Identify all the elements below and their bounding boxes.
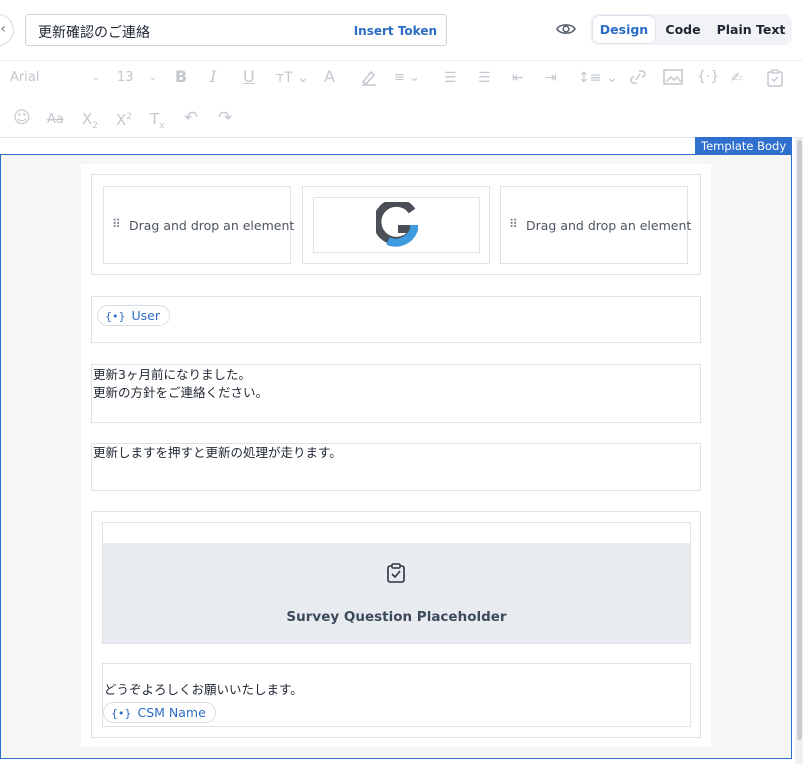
text-block-2[interactable]: 更新しますを押すと更新の処理が走ります。 (91, 443, 701, 491)
italic-icon[interactable]: I (210, 67, 216, 87)
drop-zone-label: Drag and drop an element (129, 218, 295, 233)
csm-token-label: CSM Name (137, 705, 206, 720)
chevron-down-icon: ⌄ (91, 72, 100, 83)
chevron-down-icon: ⌄ (148, 72, 157, 83)
paragraph-line: 更新しますを押すと更新の処理が走ります。 (93, 445, 342, 460)
user-token-label: User (131, 308, 161, 323)
drop-zone-label: Drag and drop an element (526, 218, 692, 233)
superscript-icon[interactable]: X2 (116, 107, 132, 130)
drop-zone-right[interactable]: ⠿ Drag and drop an element (500, 186, 692, 264)
survey-placeholder[interactable]: Survey Question Placeholder (103, 543, 690, 643)
indent-icon[interactable]: ⇥ (545, 68, 557, 88)
font-color-icon[interactable]: A (324, 67, 335, 87)
underline-icon[interactable]: U (243, 67, 255, 87)
insert-token-button[interactable]: Insert Token (354, 24, 437, 38)
line-height-icon[interactable]: ↕≡ ⌄ (578, 68, 618, 88)
image-icon[interactable] (662, 68, 684, 86)
tab-plain-text[interactable]: Plain Text (714, 16, 788, 43)
undo-icon[interactable]: ↶ (184, 108, 198, 128)
chevron-left-icon: ‹ (0, 21, 6, 37)
emoji-icon[interactable]: ☺ (13, 108, 31, 128)
format-toolbar: Arial ⌄ 13 ⌄ B I U тT ⌄ A ≡ ⌄ ☰ ☰ ⇤ ⇥ ↕≡… (0, 60, 803, 138)
highlight-icon[interactable] (359, 68, 379, 86)
link-icon[interactable] (628, 68, 648, 86)
subject-field[interactable]: 更新確認のご連絡 Insert Token (25, 14, 447, 46)
survey-placeholder-label: Survey Question Placeholder (286, 609, 507, 625)
clipboard-check-icon (386, 562, 406, 588)
numbered-list-icon[interactable]: ☰ (478, 68, 491, 88)
subject-input[interactable]: 更新確認のご連絡 (38, 22, 150, 42)
token-icon[interactable]: {·} (697, 67, 719, 87)
google-logo (373, 198, 420, 252)
bold-icon[interactable]: B (175, 67, 187, 87)
strikethrough-icon[interactable]: Aa (47, 110, 64, 130)
drop-zone-left[interactable]: ⠿ Drag and drop an element (103, 186, 295, 264)
font-family-value: Arial (10, 70, 40, 85)
survey-container[interactable]: Survey Question Placeholder どうぞよろしくお願いいた… (91, 511, 701, 738)
redo-icon[interactable]: ↷ (218, 108, 232, 128)
text-size-icon[interactable]: тT ⌄ (276, 68, 309, 88)
csm-token-chip[interactable]: {•} CSM Name (103, 702, 216, 723)
drag-handle-icon[interactable]: ⠿ (509, 217, 518, 231)
user-token-chip[interactable]: {•} User (97, 305, 170, 326)
closing-block[interactable]: どうぞよろしくお願いいたします。 {•} CSM Name (102, 663, 691, 727)
text-block-1[interactable]: 更新3ヶ月前になりました。 更新の方針をご連絡ください。 (91, 364, 701, 423)
font-size-select[interactable]: 13 ⌄ (117, 68, 157, 88)
tab-code[interactable]: Code (656, 16, 710, 43)
header-row-block[interactable]: ⠿ Drag and drop an element ⠿ Drag and dr… (91, 174, 701, 275)
font-family-select[interactable]: Arial ⌄ (10, 68, 100, 88)
paragraph-line: 更新の方針をご連絡ください。 (93, 385, 269, 400)
scrollbar-thumb[interactable] (797, 140, 802, 740)
outdent-icon[interactable]: ⇤ (512, 68, 524, 88)
drag-handle-icon[interactable]: ⠿ (112, 217, 121, 231)
align-icon[interactable]: ≡ ⌄ (394, 68, 420, 88)
email-body: ⠿ Drag and drop an element ⠿ Drag and dr… (81, 164, 711, 747)
logo-cell[interactable] (302, 186, 490, 264)
tab-design[interactable]: Design (593, 16, 655, 43)
eye-icon[interactable] (554, 18, 578, 40)
token-icon: {•} (105, 310, 126, 323)
template-body-badge: Template Body (695, 137, 793, 155)
editor-header: ‹ 更新確認のご連絡 Insert Token Design Code Plai… (0, 0, 803, 60)
signature-icon[interactable]: ✍ (731, 68, 743, 88)
survey-question-block[interactable]: Survey Question Placeholder (102, 522, 691, 644)
clipboard-icon[interactable] (765, 68, 785, 88)
paragraph-line: 更新3ヶ月前になりました。 (93, 367, 251, 382)
subscript-icon[interactable]: X2 (82, 109, 98, 136)
user-token-block[interactable]: {•} User (91, 296, 701, 343)
clear-format-icon[interactable]: Tx (150, 109, 165, 136)
font-size-value: 13 (117, 70, 134, 85)
bullet-list-icon[interactable]: ☰ (444, 68, 457, 88)
closing-text: どうぞよろしくお願いいたします。 (104, 682, 303, 697)
token-icon: {•} (111, 707, 132, 720)
back-button[interactable]: ‹ (0, 14, 14, 46)
logo-frame[interactable] (313, 197, 480, 253)
mode-switch: Design Code Plain Text (590, 14, 792, 45)
